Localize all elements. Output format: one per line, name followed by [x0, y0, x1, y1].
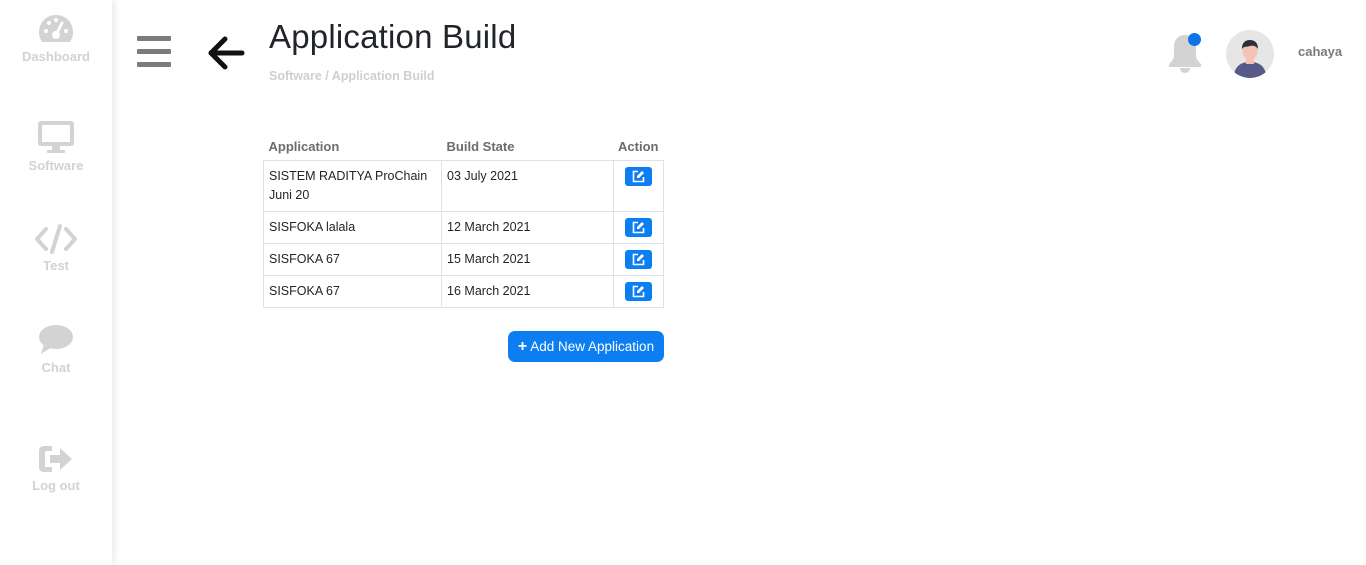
notification-dot — [1188, 33, 1201, 46]
application-table: Application Build State Action SISTEM RA… — [262, 136, 665, 308]
desktop-monitor-icon — [38, 121, 74, 153]
table-header-row: Application Build State Action — [264, 136, 664, 161]
sidebar-item-label: Chat — [41, 360, 71, 375]
cell-application: SISFOKA 67 — [262, 243, 443, 276]
edit-icon — [632, 285, 645, 298]
sidebar-item-test[interactable]: Test — [0, 224, 112, 273]
cell-build-state: 16 March 2021 — [441, 275, 614, 308]
column-header-build-state: Build State — [446, 139, 515, 154]
edit-icon — [632, 253, 645, 266]
column-header-action: Action — [618, 139, 659, 154]
sidebar-item-dashboard[interactable]: Dashboard — [0, 13, 112, 64]
sidebar-item-chat[interactable]: Chat — [0, 324, 112, 375]
add-new-application-button[interactable]: + Add New Application — [508, 331, 664, 362]
avatar[interactable] — [1226, 30, 1274, 78]
breadcrumb-current: Application Build — [331, 69, 435, 83]
edit-button[interactable] — [624, 218, 652, 238]
cell-build-state: 15 March 2021 — [441, 243, 614, 276]
cell-application: SISFOKA 67 — [262, 275, 443, 308]
sidebar-item-label: Dashboard — [22, 49, 90, 64]
hamburger-icon — [137, 36, 171, 41]
add-new-application-label: Add New Application — [530, 339, 655, 354]
cell-application: SISTEM RADITYA ProChain Juni 20 — [262, 160, 443, 212]
edit-button[interactable] — [624, 250, 652, 270]
sidebar-item-label: Log out — [32, 478, 80, 493]
column-header-application: Application — [268, 139, 340, 154]
cell-build-state: 12 March 2021 — [441, 211, 614, 244]
sidebar-item-software[interactable]: Software — [0, 120, 112, 173]
back-arrow-icon[interactable] — [205, 34, 245, 72]
table-row: SISFOKA lalala 12 March 2021 — [262, 211, 665, 244]
code-icon — [35, 224, 77, 254]
user-avatar-icon — [1226, 30, 1274, 78]
cell-action — [612, 160, 665, 212]
username[interactable]: cahaya — [1298, 44, 1342, 59]
sidebar-item-label: Software — [28, 158, 84, 173]
plus-icon: + — [517, 337, 528, 355]
cell-action — [612, 243, 665, 276]
cell-action — [612, 275, 665, 308]
edit-button[interactable] — [624, 282, 652, 302]
edit-button[interactable] — [624, 167, 652, 187]
table-row: SISFOKA 67 15 March 2021 — [262, 243, 665, 276]
edit-icon — [632, 221, 645, 234]
edit-icon — [632, 170, 645, 183]
table-row: SISTEM RADITYA ProChain Juni 20 03 July … — [262, 160, 665, 212]
sidebar: Dashboard Software Test Chat Log out — [0, 0, 112, 565]
sidebar-item-logout[interactable]: Log out — [0, 444, 112, 493]
breadcrumb: Software / Application Build — [269, 69, 435, 83]
table-row: SISFOKA 67 16 March 2021 — [262, 275, 665, 308]
cell-build-state: 03 July 2021 — [441, 160, 614, 212]
cell-application: SISFOKA lalala — [262, 211, 443, 244]
breadcrumb-software[interactable]: Software — [269, 69, 322, 83]
page-title: Application Build — [269, 18, 517, 55]
sidebar-item-label: Test — [43, 258, 69, 273]
dashboard-gauge-icon — [39, 15, 73, 42]
sign-out-icon — [39, 446, 72, 472]
application-table-wrapper: Application Build State Action SISTEM RA… — [262, 136, 665, 308]
breadcrumb-separator: / — [321, 69, 332, 83]
menu-toggle-button[interactable] — [137, 36, 172, 68]
cell-action — [612, 211, 665, 244]
chat-bubble-icon — [39, 325, 73, 354]
